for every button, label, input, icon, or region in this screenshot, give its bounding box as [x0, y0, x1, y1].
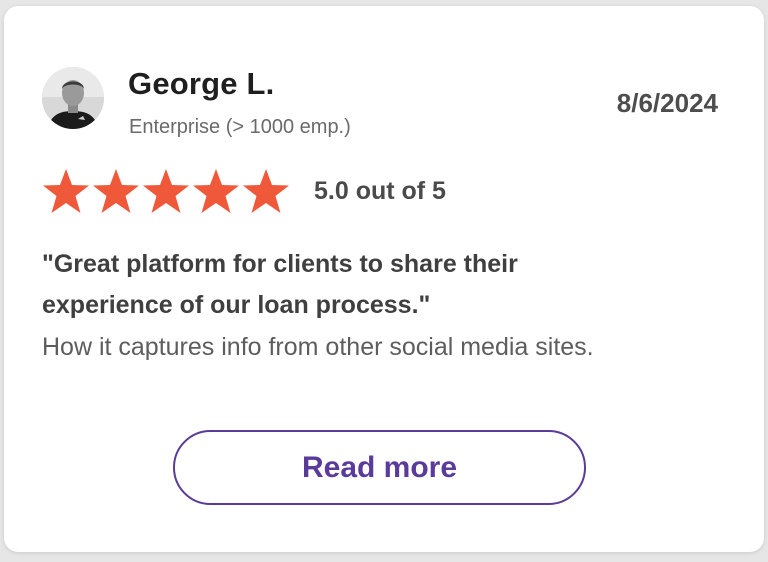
- star-icon: [142, 168, 190, 216]
- star-icon: [92, 168, 140, 216]
- review-date: 8/6/2024: [616, 88, 718, 118]
- review-headline: "Great platform for clients to share the…: [42, 250, 518, 319]
- review-body: How it captures info from other social m…: [42, 333, 594, 361]
- star-icon: [242, 168, 290, 216]
- star-icon: [42, 168, 90, 216]
- company-size: Enterprise (> 1000 emp.): [129, 116, 351, 138]
- reviewer-name: George L.: [128, 66, 275, 101]
- review-card: George L. Enterprise (> 1000 emp.) 8/6/2…: [4, 6, 764, 552]
- avatar: [42, 67, 104, 129]
- star-rating: [42, 168, 290, 216]
- star-icon: [192, 168, 240, 216]
- rating-text: 5.0 out of 5: [314, 177, 446, 205]
- read-more-button[interactable]: Read more: [173, 430, 586, 505]
